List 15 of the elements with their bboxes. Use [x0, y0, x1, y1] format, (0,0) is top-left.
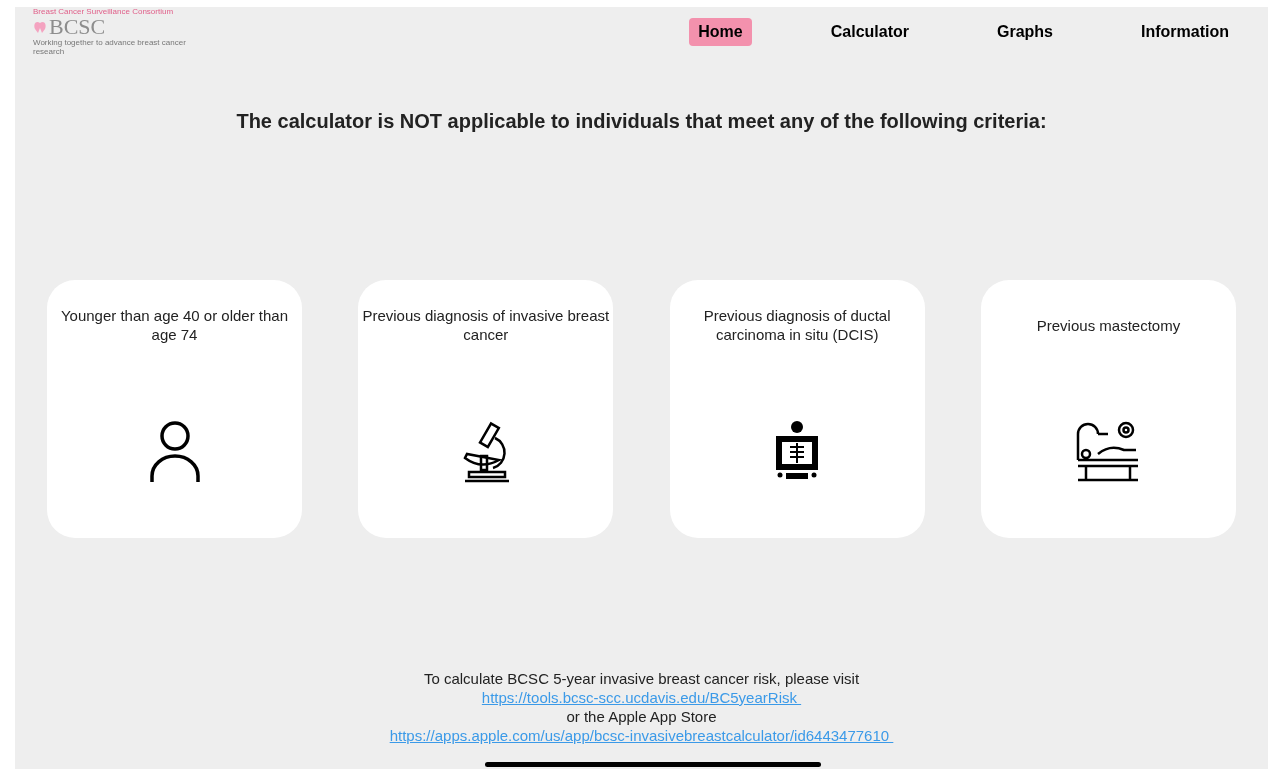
- logo-tagline: Working together to advance breast cancer research: [33, 38, 187, 56]
- heading: The calculator is NOT applicable to individuals that meet any of the following criteria:: [235, 109, 1048, 134]
- criteria-text: Younger than age 40 or older than age 74: [59, 306, 290, 345]
- logo-wordmark: BCSC: [49, 16, 106, 38]
- footer-text: To calculate BCSC 5-year invasive breast cancer risk, please visit: [423, 669, 860, 688]
- criteria-text: Previous mastectomy: [1035, 315, 1182, 336]
- nav-tab[interactable]: Home: [689, 18, 752, 46]
- logo-tagline: Breast Cancer Surveillance Consortium: [33, 7, 175, 16]
- nav-tab[interactable]: Information: [1132, 18, 1238, 46]
- criteria-text: Previous diagnosis of ductal carcinoma in situ (DCIS): [702, 306, 892, 345]
- criteria-text: Previous diagnosis of invasive breast cancer: [361, 306, 611, 345]
- person-icon: [148, 420, 201, 482]
- nav-tab[interactable]: Graphs: [988, 18, 1062, 46]
- nav-tab[interactable]: Calculator: [821, 18, 918, 46]
- footer-text: or the Apple App Store: [566, 707, 717, 726]
